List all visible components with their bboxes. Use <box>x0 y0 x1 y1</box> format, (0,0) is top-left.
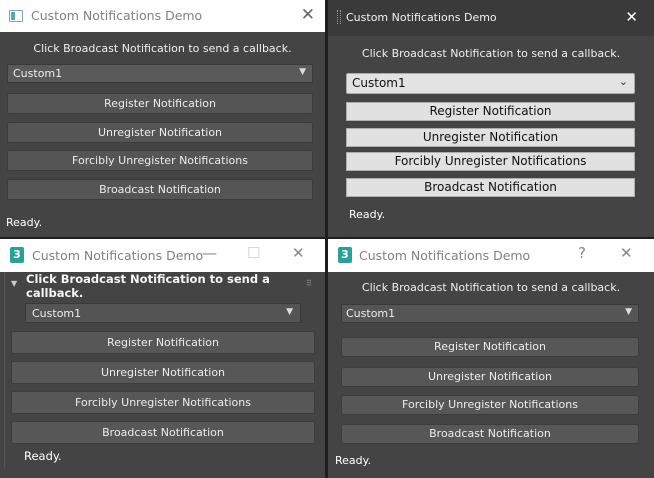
title-bar[interactable]: Custom Notifications Demo ✕ <box>328 0 654 36</box>
title-bar[interactable]: 3 Custom Notifications Demo ? ✕ <box>328 239 654 272</box>
status-text: Ready. <box>349 208 386 221</box>
window-title: Custom Notifications Demo <box>346 11 497 24</box>
3dsmax-logo-icon: 3 <box>338 247 352 263</box>
status-text: Ready. <box>24 449 62 463</box>
dropdown-value: Custom1 <box>32 307 82 320</box>
close-icon[interactable]: ✕ <box>301 5 315 25</box>
instruction-text: Click Broadcast Notification to send a c… <box>361 47 621 60</box>
dialog-dark: Custom Notifications Demo ✕ Click Broadc… <box>328 0 654 237</box>
status-text: Ready. <box>6 216 43 229</box>
notification-dropdown[interactable]: Custom1 ▼ <box>7 64 313 83</box>
window-title: Custom Notifications Demo <box>359 248 531 263</box>
broadcast-notification-button[interactable]: Broadcast Notification <box>11 421 315 444</box>
broadcast-notification-button[interactable]: Broadcast Notification <box>341 424 639 444</box>
unregister-notification-button[interactable]: Unregister Notification <box>346 128 635 147</box>
notification-dropdown[interactable]: Custom1 ⌄ <box>346 73 635 94</box>
dropdown-value: Custom1 <box>346 307 396 320</box>
register-notification-button[interactable]: Register Notification <box>11 331 315 354</box>
dropdown-value: Custom1 <box>13 67 63 80</box>
notification-dropdown[interactable]: Custom1 ▼ <box>341 304 639 323</box>
title-bar[interactable]: 3 Custom Notifications Demo — ☐ ✕ <box>0 239 325 272</box>
notification-dropdown[interactable]: Custom1 ▼ <box>25 303 301 323</box>
register-notification-button[interactable]: Register Notification <box>346 102 635 121</box>
window-title: Custom Notifications Demo <box>31 8 203 23</box>
dialog-help: 3 Custom Notifications Demo ? ✕ Click Br… <box>328 239 654 478</box>
forcibly-unregister-button[interactable]: Forcibly Unregister Notifications <box>7 150 313 171</box>
title-bar[interactable]: Custom Notifications Demo ✕ <box>0 0 325 32</box>
status-text: Ready. <box>335 454 372 467</box>
collapse-icon[interactable]: ▼ <box>11 279 17 288</box>
grip-icon[interactable] <box>337 10 341 24</box>
dropdown-arrow-icon: ▼ <box>299 67 306 77</box>
dialog-standard: Custom Notifications Demo ✕ Click Broadc… <box>0 0 325 237</box>
help-icon[interactable]: ? <box>578 244 586 262</box>
forcibly-unregister-button[interactable]: Forcibly Unregister Notifications <box>346 152 635 171</box>
unregister-notification-button[interactable]: Unregister Notification <box>7 122 313 143</box>
window-app-icon <box>9 10 23 22</box>
register-notification-button[interactable]: Register Notification <box>7 93 313 114</box>
maximize-icon[interactable]: ☐ <box>247 244 260 262</box>
dropdown-arrow-icon: ▼ <box>286 307 293 317</box>
dropdown-value: Custom1 <box>352 76 406 90</box>
close-icon[interactable]: ✕ <box>292 244 305 262</box>
window-title: Custom Notifications Demo <box>32 248 204 263</box>
forcibly-unregister-button[interactable]: Forcibly Unregister Notifications <box>341 395 639 415</box>
rollout-border <box>4 272 5 468</box>
unregister-notification-button[interactable]: Unregister Notification <box>11 361 315 384</box>
register-notification-button[interactable]: Register Notification <box>341 337 639 357</box>
instruction-text: Click Broadcast Notification to send a c… <box>26 272 270 300</box>
dialog-rollout: 3 Custom Notifications Demo — ☐ ✕ ▼ ⠿ Cl… <box>0 239 325 478</box>
close-icon[interactable]: ✕ <box>620 244 633 262</box>
dropdown-arrow-icon: ▼ <box>625 307 632 317</box>
3dsmax-logo-icon: 3 <box>10 247 24 263</box>
minimize-icon[interactable]: — <box>202 244 217 262</box>
broadcast-notification-button[interactable]: Broadcast Notification <box>346 178 635 197</box>
unregister-notification-button[interactable]: Unregister Notification <box>341 367 639 387</box>
instruction-text: Click Broadcast Notification to send a c… <box>33 42 292 55</box>
chevron-down-icon: ⌄ <box>618 75 628 88</box>
instruction-text: Click Broadcast Notification to send a c… <box>361 281 621 294</box>
forcibly-unregister-button[interactable]: Forcibly Unregister Notifications <box>11 391 315 414</box>
broadcast-notification-button[interactable]: Broadcast Notification <box>7 179 313 200</box>
close-icon[interactable]: ✕ <box>625 8 638 26</box>
